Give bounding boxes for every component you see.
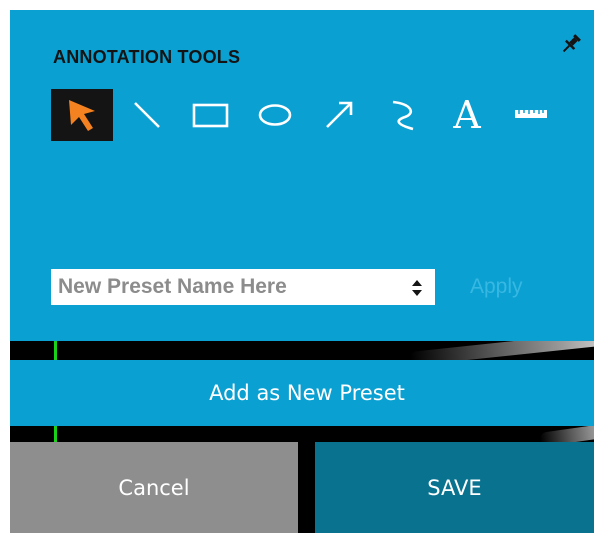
guide-line-middle	[54, 341, 57, 360]
arrow-tool[interactable]	[308, 89, 370, 141]
text-icon: A	[453, 93, 481, 137]
preset-name-select[interactable]: New Preset Name Here	[51, 269, 435, 305]
save-button[interactable]: SAVE	[315, 442, 594, 533]
text-tool[interactable]: A	[436, 89, 498, 141]
add-as-new-preset-label: Add as New Preset	[209, 381, 405, 405]
guide-line-bottom	[54, 426, 57, 442]
rectangle-icon	[191, 95, 231, 135]
dialog-frame: ANNOTATION TOOLS A New Preset Name Here …	[10, 10, 594, 533]
apply-button[interactable]: Apply	[470, 275, 523, 299]
add-as-new-preset-button[interactable]: Add as New Preset	[10, 360, 594, 426]
ellipse-tool[interactable]	[244, 89, 306, 141]
select-arrows-icon	[411, 279, 423, 302]
cancel-button[interactable]: Cancel	[10, 442, 298, 533]
select-tool[interactable]	[51, 89, 113, 141]
line-icon	[127, 95, 167, 135]
ruler-icon	[511, 95, 551, 135]
freehand-icon	[383, 95, 423, 135]
preset-name-placeholder: New Preset Name Here	[58, 275, 287, 298]
ruler-tool[interactable]	[500, 89, 562, 141]
freehand-tool[interactable]	[372, 89, 434, 141]
line-tool[interactable]	[116, 89, 178, 141]
cursor-arrow-icon	[65, 97, 99, 133]
cancel-label: Cancel	[118, 475, 190, 500]
save-label: SAVE	[427, 475, 482, 500]
annotation-tools-panel: ANNOTATION TOOLS A New Preset Name Here …	[10, 10, 594, 341]
arrow-icon	[319, 95, 359, 135]
panel-title: ANNOTATION TOOLS	[53, 47, 241, 67]
pin-icon[interactable]	[559, 32, 583, 56]
ellipse-icon	[255, 95, 295, 135]
rectangle-tool[interactable]	[180, 89, 242, 141]
